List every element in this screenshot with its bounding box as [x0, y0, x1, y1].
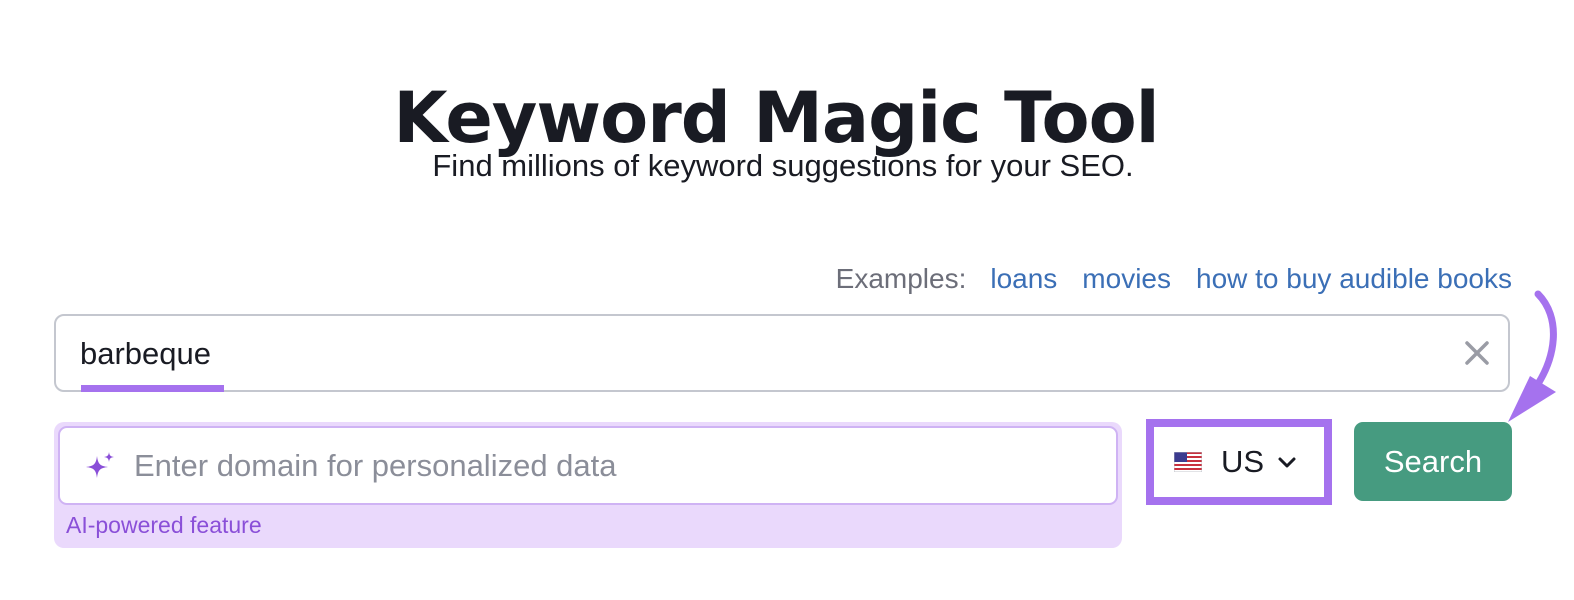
- domain-input[interactable]: [134, 443, 1094, 489]
- domain-field: [58, 426, 1118, 505]
- example-link-loans[interactable]: loans: [990, 262, 1057, 296]
- sparkle-icon: [84, 450, 116, 482]
- ai-domain-panel: AI-powered feature: [54, 422, 1122, 548]
- ai-feature-label: AI-powered feature: [66, 512, 262, 538]
- examples-label: Examples:: [835, 263, 967, 294]
- example-link-audible[interactable]: how to buy audible books: [1196, 262, 1512, 296]
- example-link-movies[interactable]: movies: [1082, 262, 1171, 296]
- examples-row: Examples: loans movies how to buy audibl…: [836, 262, 1512, 296]
- search-button[interactable]: Search: [1354, 422, 1512, 501]
- keyword-highlight-underline: [81, 385, 224, 392]
- pointer-arrow-icon: [1508, 290, 1557, 422]
- keyword-input[interactable]: [80, 330, 1420, 378]
- database-code: US: [1221, 444, 1265, 479]
- keyword-field: [54, 314, 1510, 392]
- us-flag-icon: [1173, 451, 1203, 473]
- page-subtitle: Find millions of keyword suggestions for…: [432, 148, 1134, 183]
- chevron-down-icon: [1277, 452, 1297, 472]
- close-icon[interactable]: [1462, 338, 1492, 368]
- database-select[interactable]: US: [1146, 419, 1332, 505]
